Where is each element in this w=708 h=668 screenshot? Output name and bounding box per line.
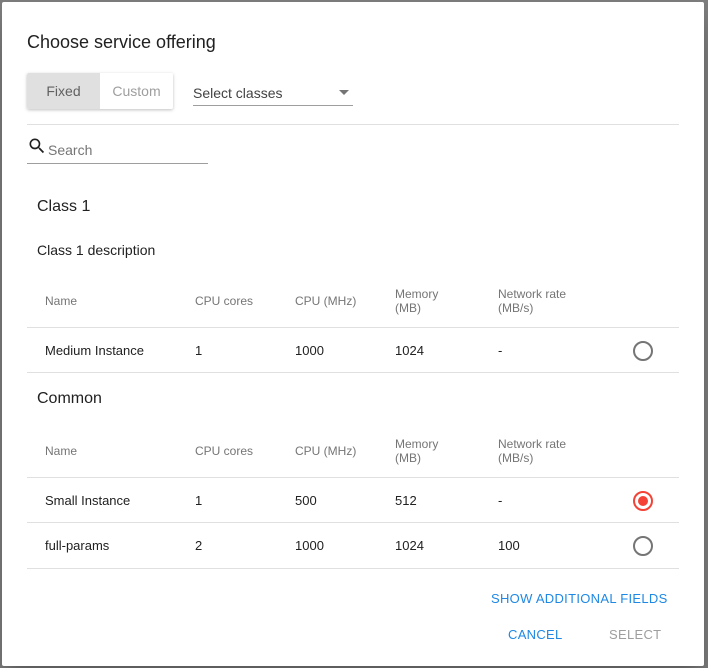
search-field [27,136,208,164]
row-name: Small Instance [45,492,131,508]
row-cpu-cores: 1 [195,342,203,358]
row-cpu-cores: 2 [195,538,203,553]
row-network-rate: 100 [498,538,520,553]
row-memory: 1024 [395,538,424,553]
row-cpu-cores: 1 [195,492,203,508]
row-name: full-params [45,538,110,553]
column-header-network-rate: Network rate (MB/s) [498,287,567,315]
column-header-memory: Memory (MB) [395,287,439,315]
group-title: Common [37,390,102,407]
row-cpu-mhz: 500 [295,492,317,508]
row-select-radio[interactable] [633,536,653,556]
divider [27,124,679,125]
group-description: Class 1 description [37,242,156,258]
table-row[interactable]: full-params 2 1000 1024 100 [27,523,679,569]
show-additional-fields-button[interactable]: SHOW ADDITIONAL FIELDS [491,591,668,606]
cancel-button[interactable]: CANCEL [508,627,563,642]
row-network-rate: - [498,342,503,358]
search-input[interactable] [48,142,206,158]
column-header-cpu-mhz: CPU (MHz) [295,444,357,458]
column-header-name: Name [45,294,78,308]
column-header-name: Name [45,444,78,458]
column-header-cpu-cores: CPU cores [195,444,254,458]
table-header: Name CPU cores CPU (MHz) Memory (MB) Net… [27,426,679,476]
column-header-network-rate: Network rate (MB/s) [498,437,567,465]
chevron-down-icon [339,90,349,95]
row-network-rate: - [498,492,503,508]
table-row[interactable]: Medium Instance 1 1000 1024 - [27,327,679,373]
class-select-placeholder: Select classes [193,85,283,101]
row-memory: 1024 [395,342,424,358]
row-cpu-mhz: 1000 [295,342,324,358]
row-cpu-mhz: 1000 [295,538,324,553]
dialog-title: Choose service offering [27,32,216,52]
class-select[interactable]: Select classes [193,80,353,106]
row-memory: 512 [395,492,417,508]
custom-toggle-button[interactable]: Custom [100,73,173,109]
service-offering-dialog: Choose service offering Fixed Custom Sel… [2,2,704,666]
column-header-cpu-cores: CPU cores [195,294,254,308]
fixed-toggle-button[interactable]: Fixed [27,73,100,109]
row-name: Medium Instance [45,342,144,358]
search-icon [29,138,45,154]
row-select-radio[interactable] [633,491,653,511]
select-button[interactable]: SELECT [609,627,661,642]
group-title: Class 1 [37,198,91,215]
column-header-memory: Memory (MB) [395,437,439,465]
row-select-radio[interactable] [633,341,653,361]
table-header: Name CPU cores CPU (MHz) Memory (MB) Net… [27,276,679,326]
table-row[interactable]: Small Instance 1 500 512 - [27,477,679,523]
mode-toggle: Fixed Custom [27,73,173,109]
column-header-cpu-mhz: CPU (MHz) [295,294,357,308]
